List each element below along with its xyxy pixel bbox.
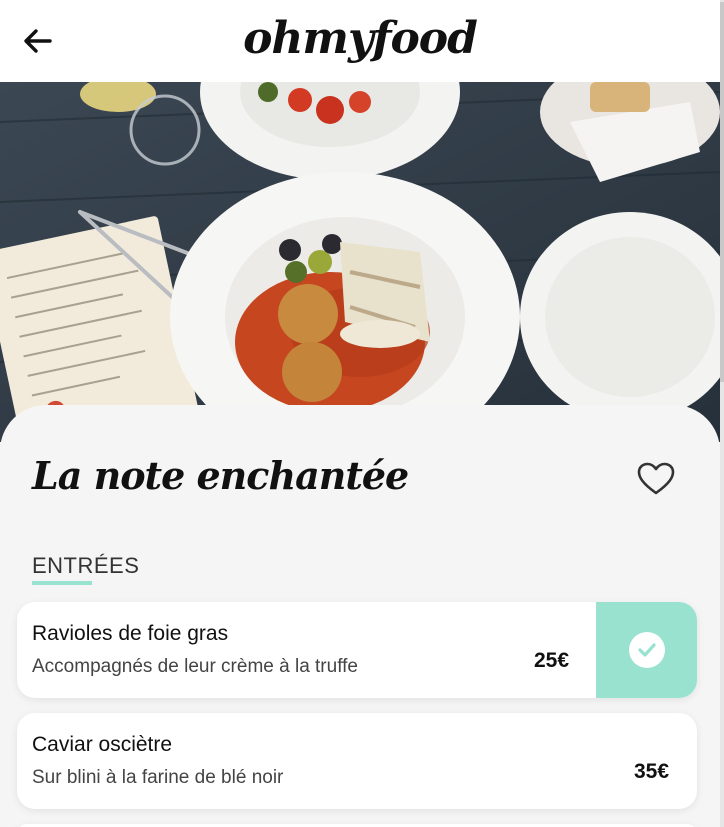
dish-name: Ravioles de foie gras xyxy=(32,622,229,645)
back-button[interactable] xyxy=(20,26,54,56)
check-circle-icon xyxy=(628,632,665,668)
restaurant-card: La note enchantée ENTRÉES Ravioles de fo… xyxy=(0,405,720,827)
app-header: ohmyfood xyxy=(0,0,720,82)
hero-image xyxy=(0,82,720,442)
restaurant-title: La note enchantée xyxy=(32,453,409,498)
dish-description: Accompagnés de leur crème à la truffe xyxy=(32,656,358,677)
dish-card-caviar[interactable]: Caviar osciètre Sur blini à la farine de… xyxy=(17,713,697,809)
dish-name: Caviar osciètre xyxy=(32,733,173,756)
favorite-button[interactable] xyxy=(636,461,676,497)
dish-description: Sur blini à la farine de blé noir xyxy=(32,767,284,788)
app-logo[interactable]: ohmyfood xyxy=(243,13,478,64)
scrollbar-thumb[interactable] xyxy=(720,2,724,382)
dish-card-ravioles[interactable]: Ravioles de foie gras Accompagnés de leu… xyxy=(17,602,697,698)
dish-price: 25€ xyxy=(534,649,570,672)
arrow-left-icon xyxy=(24,29,52,53)
section-underline xyxy=(32,581,92,585)
dish-price: 35€ xyxy=(634,760,670,783)
section-title-entrees: ENTRÉES xyxy=(32,553,140,578)
dish-selected-indicator[interactable] xyxy=(596,602,697,698)
heart-outline-icon xyxy=(637,462,675,495)
scrollbar[interactable] xyxy=(720,0,724,827)
